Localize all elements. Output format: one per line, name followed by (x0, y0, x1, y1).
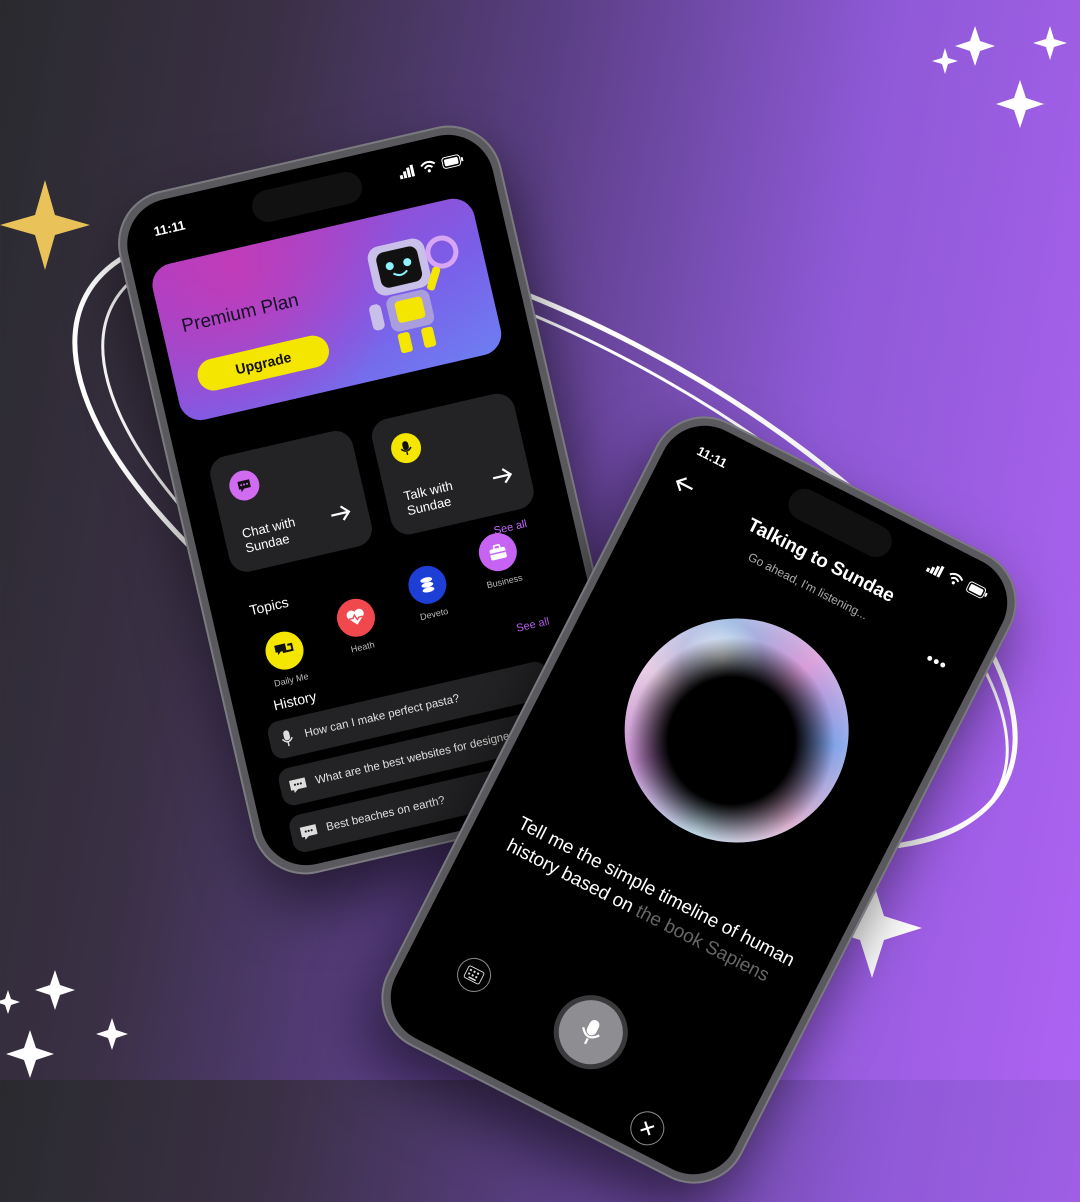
microphone-button[interactable] (541, 982, 641, 1082)
topic-label: Daily Me (273, 671, 310, 689)
status-time: 11:11 (694, 443, 730, 471)
chat-bubble-icon (279, 773, 318, 797)
history-title: History (271, 687, 318, 714)
chat-bubble-icon (290, 820, 329, 844)
chat-with-sundae-card[interactable]: Chat with Sundae (206, 427, 376, 576)
microphone-icon (268, 725, 307, 751)
signal-icon (399, 164, 416, 180)
wifi-icon (420, 160, 436, 173)
spoken-prompt: Tell me the simple timeline of human his… (502, 811, 810, 1001)
upgrade-button[interactable]: Upgrade (194, 332, 333, 394)
voice-orb (586, 579, 888, 882)
keyboard-button[interactable] (451, 952, 497, 998)
premium-plan-title: Premium Plan (179, 289, 301, 338)
topic-heath[interactable]: Heath (318, 591, 398, 659)
topics-title: Topics (247, 593, 291, 619)
see-all-link[interactable]: See all (515, 615, 550, 634)
keyboard-icon (463, 965, 485, 985)
heart-pulse-icon (333, 594, 379, 641)
battery-icon (966, 581, 988, 599)
close-icon (640, 1121, 655, 1136)
status-time: 11:11 (152, 217, 187, 240)
robot-mascot-icon (367, 235, 459, 354)
topic-daily-me[interactable]: Daily Me (246, 624, 326, 692)
topic-business[interactable]: Business (459, 526, 539, 594)
topic-label: Heath (349, 639, 376, 655)
close-button[interactable] (624, 1105, 671, 1152)
battery-icon (441, 154, 464, 169)
wifi-icon (949, 572, 964, 585)
arrow-right-icon (331, 505, 351, 521)
chat-bubble-icon (226, 467, 263, 504)
topic-deveto[interactable]: Deveto (389, 558, 469, 626)
microphone-icon (582, 1020, 600, 1045)
briefcase-icon (475, 529, 521, 575)
signal-icon (925, 565, 945, 578)
topic-label: Deveto (419, 605, 450, 623)
history-text: Best beaches on earth? (325, 794, 447, 834)
topic-label: Business (485, 572, 524, 591)
gold-sparkle-icon (0, 180, 90, 270)
coins-icon (404, 562, 451, 608)
arrow-right-icon (492, 468, 513, 484)
chat-bubbles-icon (261, 627, 308, 674)
talk-with-sundae-card[interactable]: Talk with Sundae (368, 390, 538, 538)
microphone-icon (388, 430, 425, 467)
